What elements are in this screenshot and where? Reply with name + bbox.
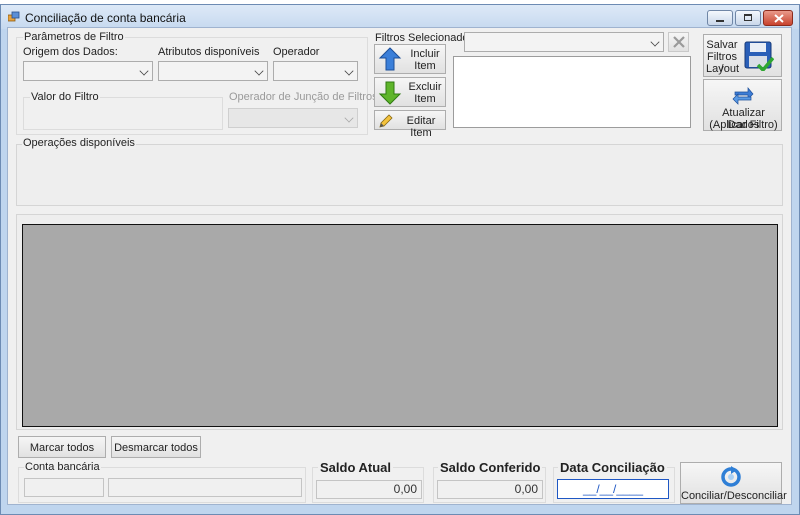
window-title: Conciliação de conta bancária [25,11,186,25]
data-grid[interactable] [22,224,778,427]
reconciliation-date-input[interactable]: __/__/____ [557,479,669,499]
pencil-icon [379,114,393,128]
operations-label: Operações disponíveis [22,137,136,149]
join-operator-combo[interactable] [228,108,358,128]
sync-icon [721,466,741,487]
maximize-icon [744,14,752,21]
arrow-down-icon [378,81,402,105]
exclude-item-line2: Item [414,93,436,105]
bank-account-label: Conta bancária [24,461,101,473]
unmark-all-label: Desmarcar todos [114,442,198,454]
include-item-line1: Incluir [410,48,440,60]
mark-all-label: Marcar todos [29,442,95,454]
reconcile-button-label: Conciliar/Desconciliar [681,490,787,502]
selected-filters-label: Filtros Selecionados [375,32,475,44]
title-bar[interactable]: Conciliação de conta bancária [1,5,799,29]
chevron-down-icon [650,37,660,47]
mark-all-button[interactable]: Marcar todos [18,436,106,458]
exclude-item-button[interactable]: Excluir Item [374,77,446,107]
minimize-icon [716,20,724,22]
include-item-button[interactable]: Incluir Item [374,44,446,74]
chevron-down-icon [139,66,149,76]
reconcile-button[interactable]: Conciliar/Desconciliar [680,462,787,504]
reconciliation-date-label: Data Conciliação [558,460,667,475]
save-filters-layout-button[interactable]: Salvar Filtros / Layout [703,34,782,77]
selected-filters-list[interactable] [453,56,691,128]
exclude-item-line1: Excluir [408,81,442,93]
close-button[interactable] [763,10,793,26]
clear-filters-button[interactable] [668,32,689,52]
selected-filters-combo[interactable] [464,32,664,52]
operator-combo[interactable] [273,61,358,81]
close-icon [774,14,784,23]
current-balance-field: 0,00 [316,480,422,499]
arrow-up-icon [378,47,402,71]
attributes-label: Atributos disponíveis [158,46,260,58]
join-operator-label: Operador de Junção de Filtros [229,91,378,103]
operator-label: Operador [273,46,320,58]
edit-item-button[interactable]: Editar Item [374,110,446,139]
chevron-down-icon [254,66,264,76]
checked-balance-field: 0,00 [437,480,543,499]
checked-balance-label: Saldo Conferido [438,460,543,475]
include-item-line2: Item [414,60,436,72]
bank-account-code-field[interactable] [24,478,104,497]
attributes-combo[interactable] [158,61,268,81]
save-line3: Layout [706,63,740,75]
maximize-button[interactable] [735,10,761,26]
chevron-down-icon [344,66,354,76]
origin-combo[interactable] [23,61,153,81]
unmark-all-button[interactable]: Desmarcar todos [111,436,201,458]
save-line1: Salvar [706,39,738,51]
refresh-data-button[interactable]: Atualizar Dados (Aplicar Filtro) [703,79,782,131]
bank-account-name-field[interactable] [108,478,302,497]
form-client-area: Parâmetros de Filtro Origem dos Dados: A… [7,27,792,505]
operations-panel [16,144,783,206]
refresh-icon [732,87,754,105]
minimize-button[interactable] [707,10,733,26]
current-balance-label: Saldo Atual [318,460,394,475]
edit-item-label: Editar Item [406,115,436,139]
filter-value-label: Valor do Filtro [30,91,100,103]
refresh-line2: (Aplicar Filtro) [709,119,778,131]
filter-params-group-label: Parâmetros de Filtro [23,31,125,43]
floppy-disk-icon [744,41,774,71]
delete-x-icon [673,36,685,48]
origin-label: Origem dos Dados: [23,46,118,58]
chevron-down-icon [344,113,354,123]
app-window-icon [8,11,20,22]
